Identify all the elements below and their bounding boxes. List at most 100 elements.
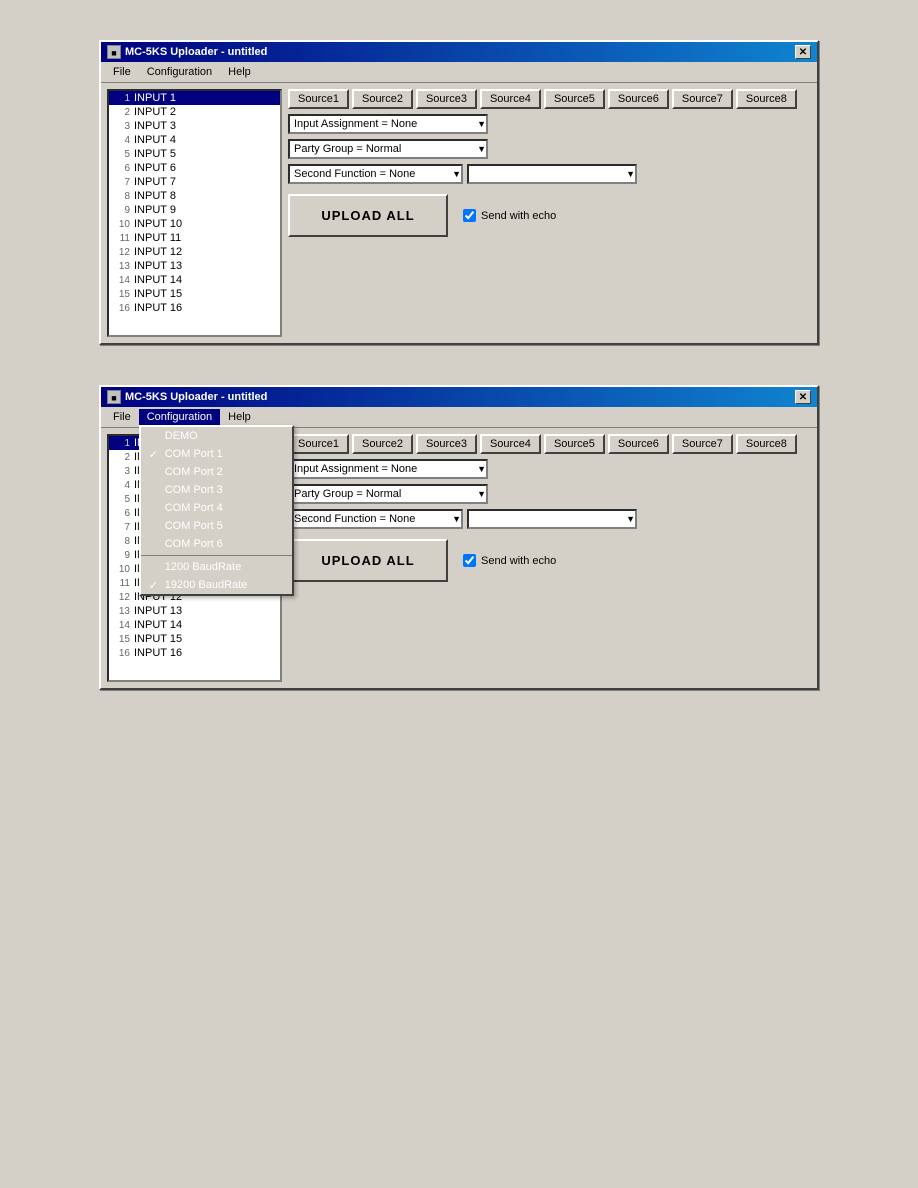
config-menu-item-2[interactable]: COM Port 2: [141, 463, 292, 481]
row-label: INPUT 13: [134, 260, 182, 272]
config-menu-item-9[interactable]: 19200 BaudRate: [141, 576, 292, 594]
source-buttons-2: Source1Source2Source3Source4Source5Sourc…: [288, 434, 811, 454]
menu-configuration-2[interactable]: Configuration DEMOCOM Port 1COM Port 2CO…: [139, 409, 220, 425]
menu-file-2[interactable]: File: [105, 409, 139, 425]
input-row-2-13[interactable]: 13INPUT 13: [109, 604, 280, 618]
send-with-echo-label-1: Send with echo: [481, 210, 556, 222]
second-function-extra-select-1[interactable]: [467, 164, 637, 184]
row-label: INPUT 3: [134, 120, 176, 132]
input-row-1-8[interactable]: 8INPUT 8: [109, 189, 280, 203]
source-button-2-6[interactable]: Source6: [608, 434, 669, 454]
row-num: 8: [112, 191, 130, 202]
input-row-1-13[interactable]: 13INPUT 13: [109, 259, 280, 273]
input-row-1-4[interactable]: 4INPUT 4: [109, 133, 280, 147]
party-group-row-2: Party Group = Normal ▼: [288, 484, 811, 504]
row-num: 10: [112, 219, 130, 230]
input-row-1-3[interactable]: 3 INPUT 3: [109, 119, 280, 133]
send-with-echo-checkbox-1[interactable]: [463, 209, 476, 222]
config-menu-item-1[interactable]: COM Port 1: [141, 445, 292, 463]
config-menu-item-6[interactable]: COM Port 6: [141, 535, 292, 553]
row-num: 3: [112, 121, 130, 132]
second-function-row-1: Second Function = None ▼ ▼: [288, 164, 811, 184]
source-button-2-1[interactable]: Source1: [288, 434, 349, 454]
menu-configuration-1[interactable]: Configuration: [139, 64, 220, 80]
separator-7: [141, 555, 292, 556]
window-2: ■ MC-5KS Uploader - untitled ✕ File Conf…: [99, 385, 819, 690]
send-with-echo-checkbox-2[interactable]: [463, 554, 476, 567]
source-button-2-2[interactable]: Source2: [352, 434, 413, 454]
second-function-wrapper-1: Second Function = None ▼: [288, 164, 463, 184]
source-button-1-1[interactable]: Source1: [288, 89, 349, 109]
source-button-1-6[interactable]: Source6: [608, 89, 669, 109]
source-button-2-5[interactable]: Source5: [544, 434, 605, 454]
input-row-1-10[interactable]: 10INPUT 10: [109, 217, 280, 231]
input-row-1-14[interactable]: 14INPUT 14: [109, 273, 280, 287]
input-assignment-select-2[interactable]: Input Assignment = None: [288, 459, 488, 479]
source-button-1-2[interactable]: Source2: [352, 89, 413, 109]
source-button-2-7[interactable]: Source7: [672, 434, 733, 454]
source-button-2-8[interactable]: Source8: [736, 434, 797, 454]
app-icon-1: ■: [107, 45, 121, 59]
input-row-1-12[interactable]: 12INPUT 12: [109, 245, 280, 259]
input-list-1[interactable]: 1INPUT 1 2 INPUT 2 3 INPUT 34INPUT 45INPUT 5…: [107, 89, 282, 337]
input-row-2-14[interactable]: 14INPUT 14: [109, 618, 280, 632]
input-row-2-15[interactable]: 15 INPUT 15: [109, 632, 280, 646]
source-button-1-5[interactable]: Source5: [544, 89, 605, 109]
input-row-1-2[interactable]: 2 INPUT 2: [109, 105, 280, 119]
second-function-select-1[interactable]: Second Function = None: [288, 164, 463, 184]
input-row-2-16[interactable]: 16INPUT 16: [109, 646, 280, 660]
upload-all-button-2[interactable]: UPLOAD ALL: [288, 539, 448, 582]
config-menu-item-5[interactable]: COM Port 5: [141, 517, 292, 535]
config-menu-item-8[interactable]: 1200 BaudRate: [141, 558, 292, 576]
row-label: INPUT 15: [134, 633, 182, 645]
row-num: 11: [112, 233, 130, 244]
source-button-2-4[interactable]: Source4: [480, 434, 541, 454]
close-button-1[interactable]: ✕: [795, 45, 811, 59]
source-button-1-8[interactable]: Source8: [736, 89, 797, 109]
row-num: 10: [112, 564, 130, 575]
row-num: 2: [112, 452, 130, 463]
row-num: 2: [112, 107, 130, 118]
row-label: INPUT 2: [134, 106, 176, 118]
party-group-select-1[interactable]: Party Group = Normal: [288, 139, 488, 159]
input-assignment-row-1: Input Assignment = None ▼: [288, 114, 811, 134]
party-group-select-2[interactable]: Party Group = Normal: [288, 484, 488, 504]
menu-file-1[interactable]: File: [105, 64, 139, 80]
upload-all-button-1[interactable]: UPLOAD ALL: [288, 194, 448, 237]
input-row-1-6[interactable]: 6INPUT 6: [109, 161, 280, 175]
source-button-1-7[interactable]: Source7: [672, 89, 733, 109]
window-title-2: MC-5KS Uploader - untitled: [125, 391, 267, 403]
row-num: 11: [112, 578, 130, 589]
config-menu-item-0[interactable]: DEMO: [141, 427, 292, 445]
row-num: 3: [112, 466, 130, 477]
input-row-1-15[interactable]: 15INPUT 15: [109, 287, 280, 301]
second-function-wrapper-2: Second Function = None ▼: [288, 509, 463, 529]
row-num: 15: [112, 289, 130, 300]
menu-help-1[interactable]: Help: [220, 64, 259, 80]
row-num: 1: [112, 93, 130, 104]
source-button-2-3[interactable]: Source3: [416, 434, 477, 454]
config-menu-item-3[interactable]: COM Port 3: [141, 481, 292, 499]
row-num: 15: [112, 634, 130, 645]
second-function-select-2[interactable]: Second Function = None: [288, 509, 463, 529]
config-menu-item-4[interactable]: COM Port 4: [141, 499, 292, 517]
title-bar-left-1: ■ MC-5KS Uploader - untitled: [107, 45, 267, 59]
menu-help-2[interactable]: Help: [220, 409, 259, 425]
row-num: 7: [112, 522, 130, 533]
close-button-2[interactable]: ✕: [795, 390, 811, 404]
input-row-1-7[interactable]: 7INPUT 7: [109, 175, 280, 189]
source-button-1-4[interactable]: Source4: [480, 89, 541, 109]
upload-section-1: UPLOAD ALL Send with echo: [288, 194, 811, 237]
input-row-1-16[interactable]: 16INPUT 16: [109, 301, 280, 315]
input-row-1-11[interactable]: 11INPUT 11: [109, 231, 280, 245]
second-function-extra-select-2[interactable]: [467, 509, 637, 529]
input-row-1-1[interactable]: 1INPUT 1: [109, 91, 280, 105]
send-with-echo-row-1: Send with echo: [463, 209, 556, 222]
input-row-1-9[interactable]: 9INPUT 9: [109, 203, 280, 217]
row-label: INPUT 14: [134, 619, 182, 631]
input-row-1-5[interactable]: 5INPUT 5: [109, 147, 280, 161]
input-assignment-wrapper-2: Input Assignment = None ▼: [288, 459, 488, 479]
input-assignment-select-1[interactable]: Input Assignment = None: [288, 114, 488, 134]
row-label: INPUT 14: [134, 274, 182, 286]
source-button-1-3[interactable]: Source3: [416, 89, 477, 109]
